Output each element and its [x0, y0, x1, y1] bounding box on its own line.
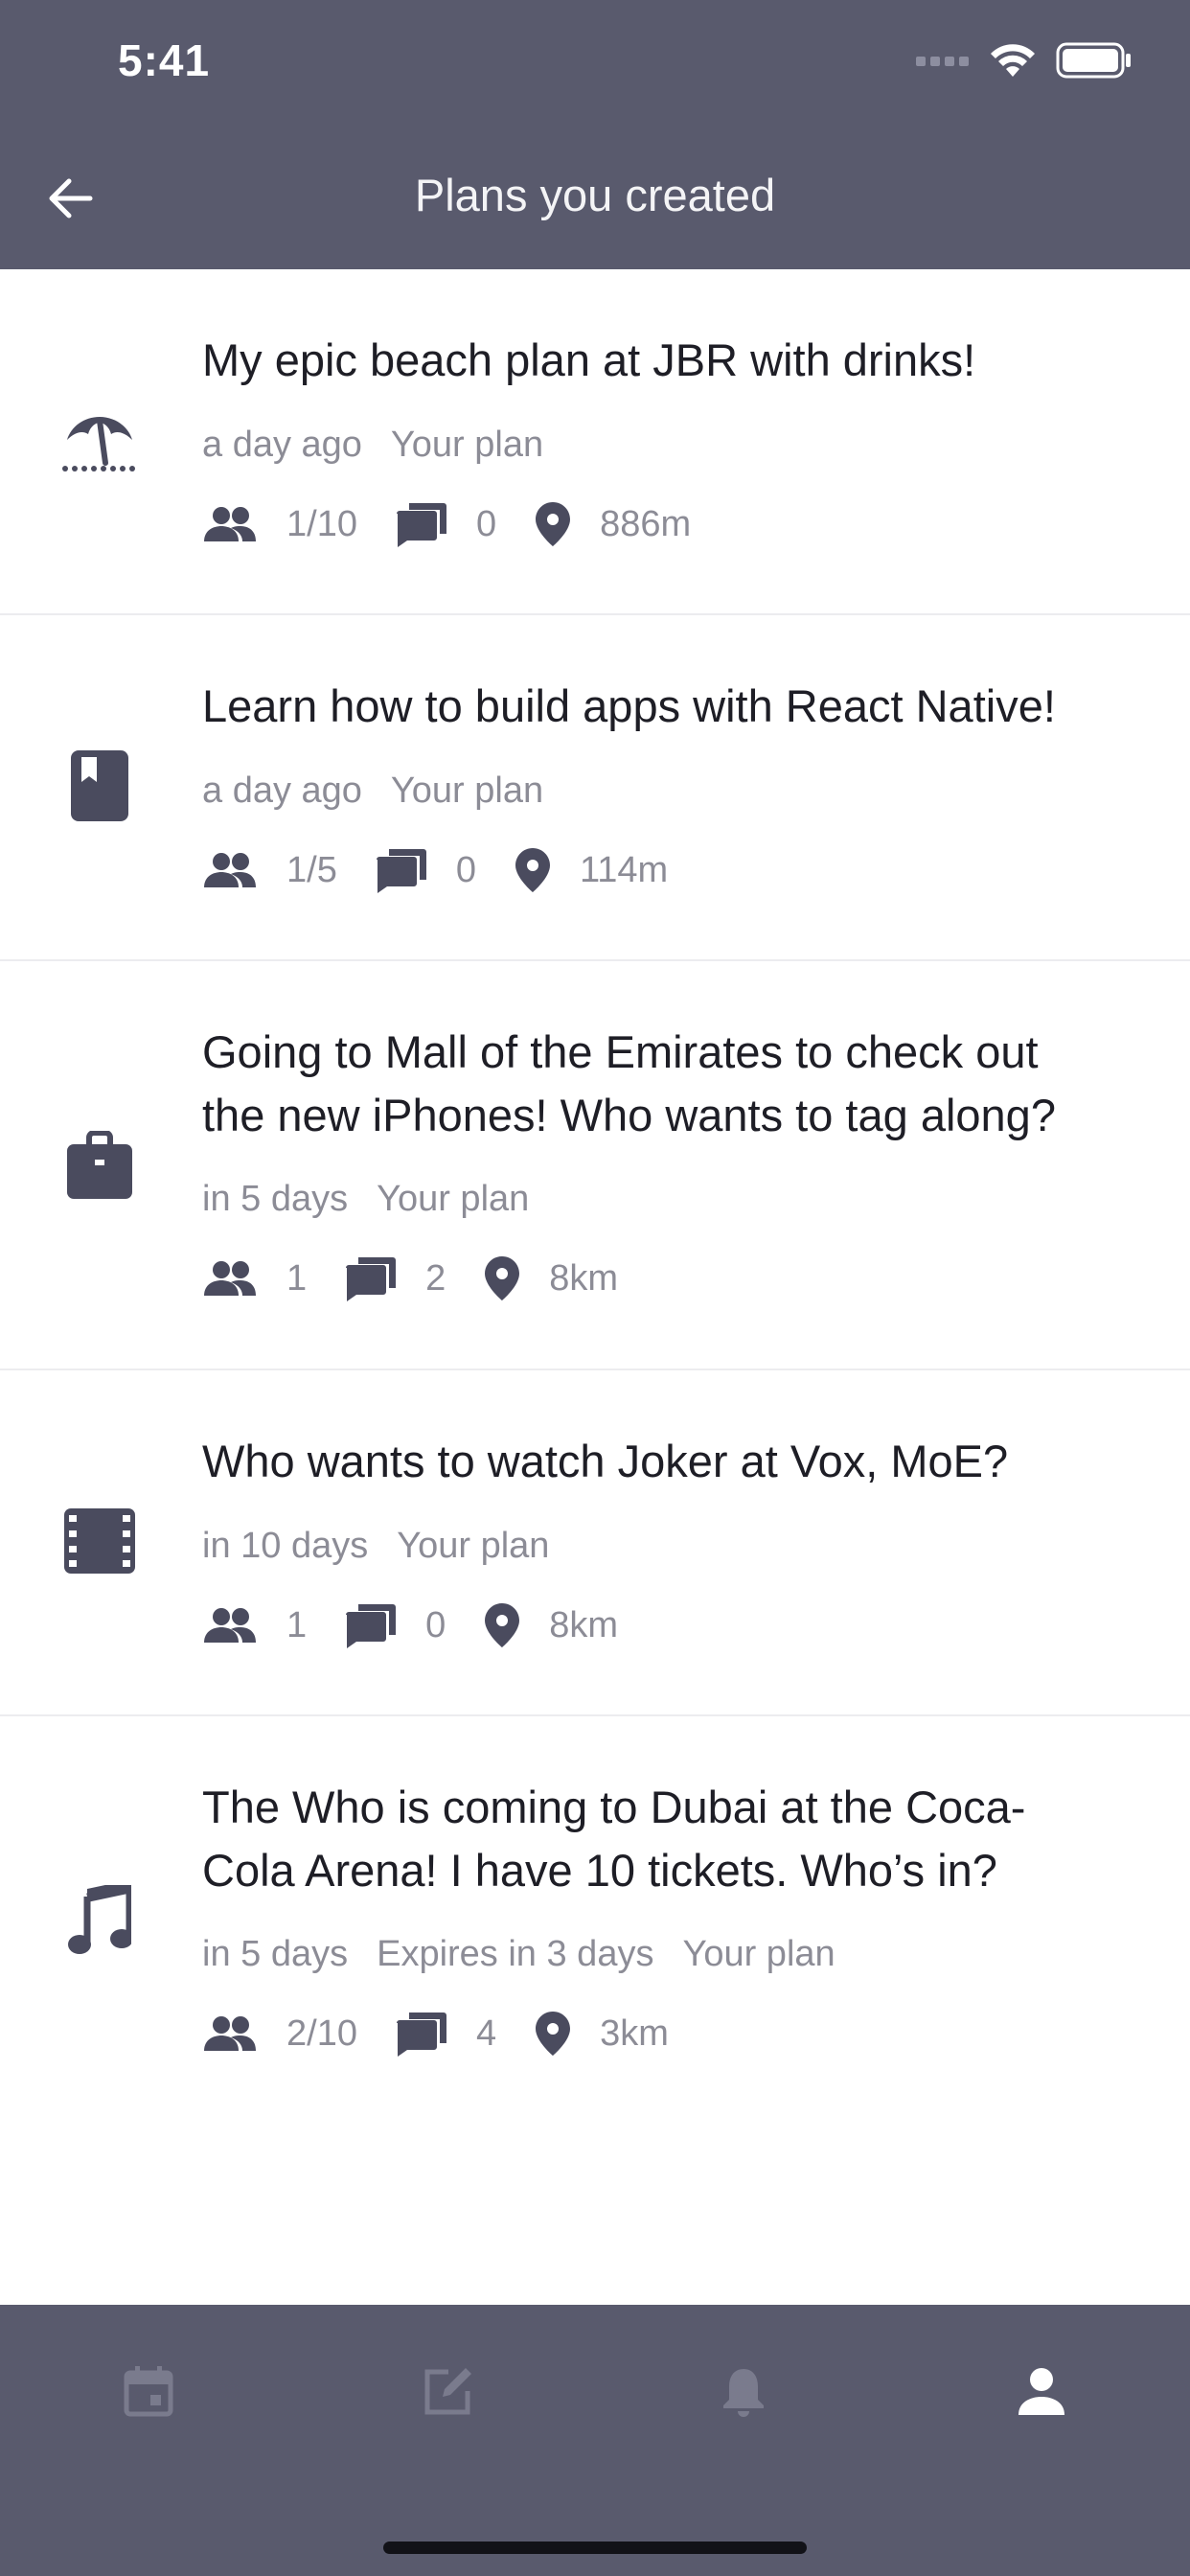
people-icon: [204, 2016, 256, 2051]
plan-meta: a day ago Your plan: [202, 770, 543, 812]
plan-owner-label: Your plan: [377, 1179, 530, 1219]
comments-icon: [396, 2012, 446, 2057]
location-pin-icon: [515, 848, 550, 892]
plan-card[interactable]: Going to Mall of the Emirates to check o…: [0, 961, 1190, 1370]
film-icon: [59, 1501, 140, 1581]
plan-card[interactable]: My epic beach plan at JBR with drinks! a…: [0, 269, 1190, 615]
plan-stats: 2/10 4 3km: [202, 2011, 707, 2057]
plan-time: in 10 days: [202, 1526, 369, 1566]
people-icon: [204, 853, 256, 887]
plan-meta: in 5 days Your plan: [202, 1179, 529, 1220]
tab-bar: [0, 2305, 1190, 2576]
status-icons: [916, 42, 1133, 79]
battery-icon: [1056, 42, 1131, 79]
beach-icon: [59, 400, 140, 480]
plan-title: My epic beach plan at JBR with drinks!: [202, 334, 976, 385]
shopping-bag-icon: [59, 1125, 140, 1206]
distance: 886m: [600, 503, 692, 544]
plan-title: The Who is coming to Dubai at the Coca-C…: [202, 1782, 1026, 1896]
comments-icon: [396, 503, 446, 547]
book-icon: [59, 746, 140, 826]
plans-list: My epic beach plan at JBR with drinks! a…: [0, 269, 1190, 2126]
people-icon: [204, 1608, 256, 1643]
plan-card[interactable]: Who wants to watch Joker at Vox, MoE? in…: [0, 1370, 1190, 1716]
people-icon: [204, 507, 256, 541]
music-note-icon: [59, 1880, 140, 1961]
plan-owner-label: Your plan: [390, 770, 544, 811]
tab-calendar[interactable]: [120, 2362, 177, 2420]
comments-icon: [376, 849, 426, 893]
bell-icon: [723, 2369, 764, 2417]
plan-title: Learn how to build apps with React Nativ…: [202, 680, 1056, 731]
plan-stats: 1/5 0 114m: [202, 847, 706, 893]
location-pin-icon: [485, 1603, 520, 1647]
tab-create[interactable]: [420, 2362, 477, 2420]
plan-stats: 1 2 8km: [202, 1255, 656, 1301]
plan-meta: in 5 days Expires in 3 days Your plan: [202, 1934, 835, 1975]
plan-time: a day ago: [202, 770, 362, 811]
plan-owner-label: Your plan: [397, 1526, 550, 1566]
edit-icon: [424, 2368, 471, 2415]
calendar-icon: [124, 2366, 173, 2417]
tab-notifications[interactable]: [715, 2362, 772, 2420]
location-pin-icon: [485, 1256, 520, 1300]
page-title: Plans you created: [414, 170, 776, 220]
plan-owner-label: Your plan: [390, 425, 544, 465]
distance: 114m: [579, 849, 669, 890]
plan-card[interactable]: The Who is coming to Dubai at the Coca-C…: [0, 1716, 1190, 2126]
app-header: 5:41 Plans you created: [0, 0, 1190, 269]
plan-owner-label: Your plan: [682, 1934, 835, 1974]
plan-meta: a day ago Your plan: [202, 425, 543, 466]
plan-stats: 1/10 0 886m: [202, 501, 729, 547]
attendee-count: 1/10: [286, 503, 357, 544]
attendee-count: 1: [286, 1604, 308, 1645]
plan-stats: 1 0 8km: [202, 1602, 656, 1648]
comments-icon: [346, 1604, 397, 1648]
distance: 3km: [600, 2012, 669, 2054]
cellular-signal-icon: [916, 57, 969, 66]
plan-title: Who wants to watch Joker at Vox, MoE?: [202, 1436, 1009, 1486]
comment-count: 0: [475, 503, 497, 544]
profile-icon: [1018, 2368, 1064, 2415]
plan-title: Going to Mall of the Emirates to check o…: [202, 1026, 1056, 1140]
wifi-icon: [991, 44, 1035, 77]
distance: 8km: [549, 1257, 619, 1299]
status-time: 5:41: [118, 35, 211, 85]
distance: 8km: [549, 1604, 619, 1645]
attendee-count: 1/5: [286, 849, 337, 890]
comments-icon: [346, 1257, 397, 1301]
comment-count: 0: [425, 1604, 446, 1645]
plan-card[interactable]: Learn how to build apps with React Nativ…: [0, 615, 1190, 961]
comment-count: 4: [475, 2012, 497, 2054]
attendee-count: 2/10: [286, 2012, 357, 2054]
plan-time: in 5 days: [202, 1934, 349, 1974]
plan-meta: in 10 days Your plan: [202, 1526, 549, 1567]
tab-profile[interactable]: [1013, 2362, 1070, 2420]
location-pin-icon: [536, 502, 571, 546]
comment-count: 0: [455, 849, 476, 890]
home-indicator: [383, 2542, 807, 2554]
plan-expiry: Expires in 3 days: [377, 1934, 654, 1974]
plan-time: in 5 days: [202, 1179, 349, 1219]
attendee-count: 1: [286, 1257, 308, 1299]
location-pin-icon: [536, 2012, 571, 2056]
people-icon: [204, 1261, 256, 1296]
comment-count: 2: [425, 1257, 446, 1299]
plan-time: a day ago: [202, 425, 362, 465]
